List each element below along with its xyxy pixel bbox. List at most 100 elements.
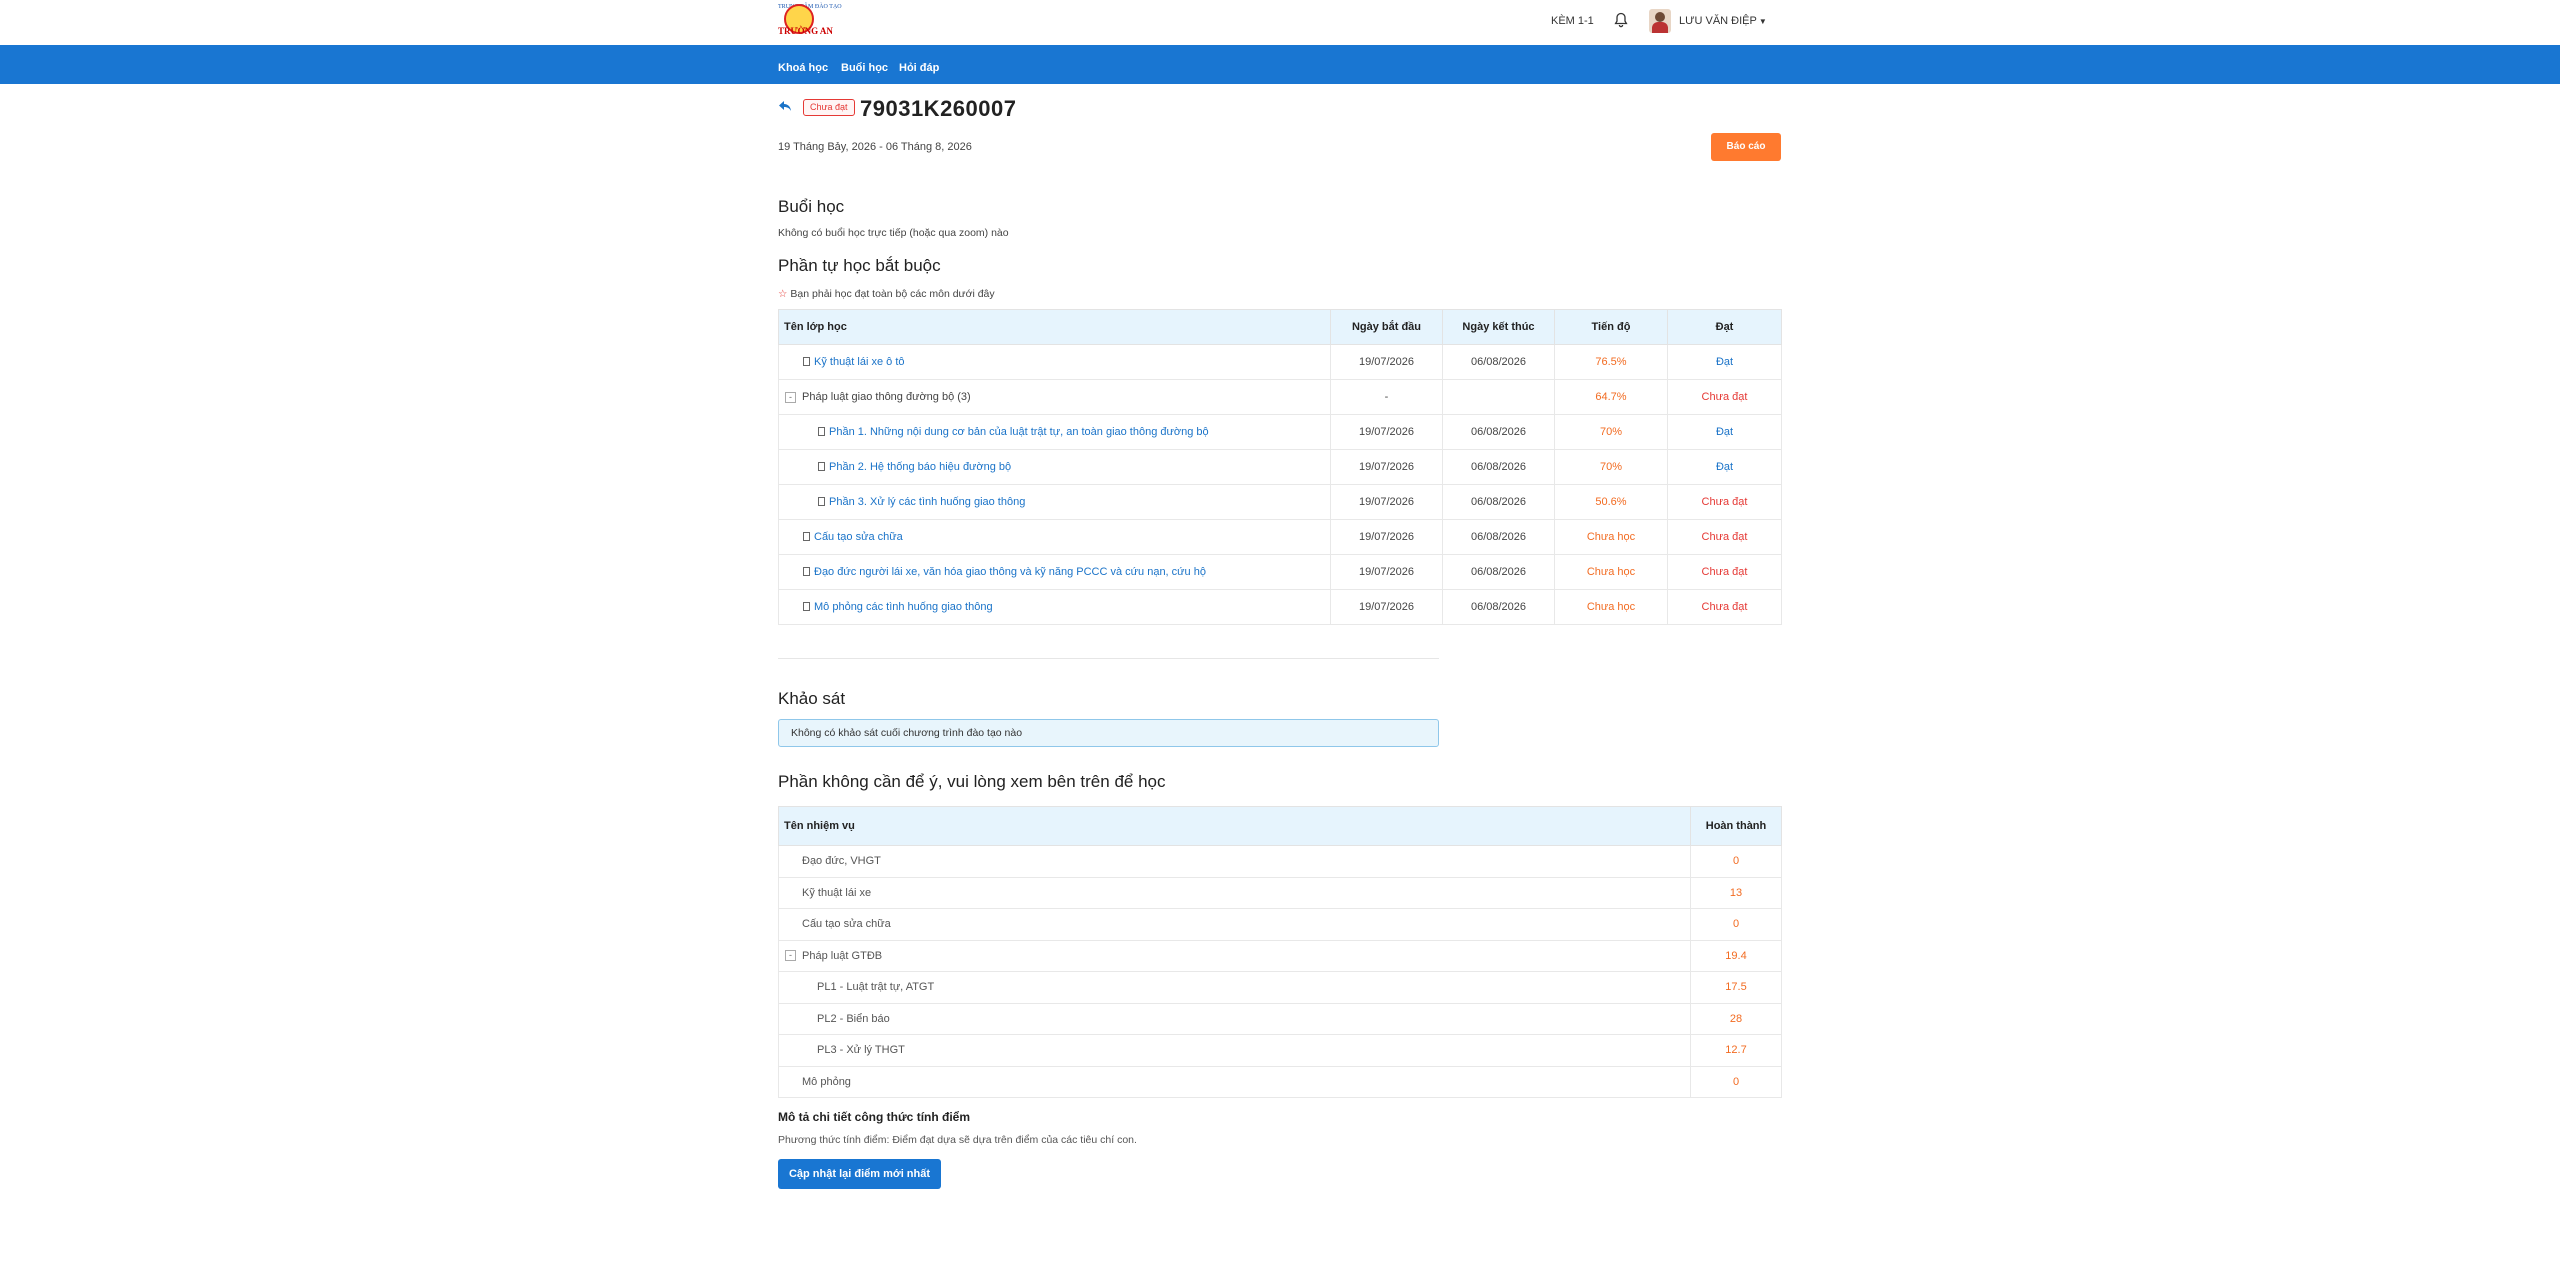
collapse-toggle-icon[interactable]: -: [785, 391, 796, 403]
avatar[interactable]: [1649, 9, 1671, 33]
table-row: Kỹ thuật lái xe 13: [778, 876, 1782, 909]
table-row: Kỹ thuật lái xe ô tô 19/07/2026 06/08/20…: [778, 344, 1782, 380]
required-heading: Phần tự học bắt buộc: [778, 256, 941, 275]
update-score-button[interactable]: Cập nhật lại điểm mới nhất: [778, 1159, 941, 1189]
col-end-date: Ngày kết thúc: [1442, 309, 1555, 345]
course-group-name: Pháp luật giao thông đường bộ: [802, 391, 955, 403]
bell-icon[interactable]: [1614, 12, 1628, 28]
end-date-cell: 06/08/2026: [1442, 449, 1555, 485]
task-name-cell: Mô phỏng: [778, 1065, 1691, 1098]
start-date-cell: -: [1330, 379, 1443, 415]
task-group-cell: - Pháp luật GTĐB: [778, 939, 1691, 972]
logo-text: TRƯỜNG AN: [778, 26, 833, 36]
course-name-cell: Kỹ thuật lái xe ô tô: [778, 344, 1331, 380]
sessions-heading: Buổi học: [778, 197, 845, 216]
table-row: Phần 1. Những nội dung cơ bản của luật t…: [778, 414, 1782, 450]
start-date-cell: 19/07/2026: [1330, 484, 1443, 520]
task-value-cell: 12.7: [1690, 1034, 1782, 1067]
course-link[interactable]: Đạo đức người lái xe, văn hóa giao thông…: [814, 566, 1206, 578]
task-name-cell: Đạo đức, VHGT: [778, 845, 1691, 878]
file-icon: [818, 497, 825, 506]
table-row: Cấu tạo sửa chữa 0: [778, 908, 1782, 941]
end-date-cell: 06/08/2026: [1442, 414, 1555, 450]
collapse-toggle-icon[interactable]: -: [785, 950, 796, 962]
course-link[interactable]: Kỹ thuật lái xe ô tô: [814, 356, 905, 368]
end-date-cell: [1442, 379, 1555, 415]
end-date-cell: 06/08/2026: [1442, 484, 1555, 520]
formula-heading: Mô tả chi tiết công thức tính điểm: [778, 1110, 971, 1124]
start-date-cell: 19/07/2026: [1330, 589, 1443, 625]
course-date-range: 19 Tháng Bảy, 2026 - 06 Tháng 8, 2026: [778, 141, 972, 153]
table-row: Phần 3. Xử lý các tình huống giao thông …: [778, 484, 1782, 520]
file-icon: [818, 462, 825, 471]
task-name-cell: PL3 - Xử lý THGT: [778, 1034, 1691, 1067]
col-passed: Đạt: [1667, 309, 1782, 345]
progress-cell: 70%: [1554, 449, 1668, 485]
top-bar: TRUNG TÂM ĐÀO TẠO TRƯỜNG AN KÈM 1-1 LƯU …: [0, 0, 2560, 45]
task-value-cell: 0: [1690, 845, 1782, 878]
start-date-cell: 19/07/2026: [1330, 519, 1443, 555]
end-date-cell: 06/08/2026: [1442, 589, 1555, 625]
progress-cell: 50.6%: [1554, 484, 1668, 520]
table-row: Đạo đức người lái xe, văn hóa giao thông…: [778, 554, 1782, 590]
formula-description: Phương thức tính điểm: Điểm đạt dựa sẽ d…: [778, 1134, 1137, 1146]
optional-heading: Phần không cần để ý, vui lòng xem bên tr…: [778, 772, 1166, 791]
task-value-cell: 13: [1690, 876, 1782, 909]
course-group-count: (3): [957, 391, 971, 403]
chevron-down-icon: ▼: [1758, 17, 1767, 26]
nav-item-courses[interactable]: Khoá học: [778, 62, 828, 74]
user-menu[interactable]: LƯU VĂN ĐIỆP ▼: [1679, 15, 1767, 27]
result-cell: Đạt: [1667, 344, 1782, 380]
brand-logo[interactable]: TRUNG TÂM ĐÀO TẠO TRƯỜNG AN: [778, 4, 846, 42]
course-name-cell: Phần 2. Hệ thống báo hiệu đường bộ: [778, 449, 1331, 485]
col-class-name: Tên lớp học: [778, 309, 1331, 345]
course-name-cell: Cấu tạo sửa chữa: [778, 519, 1331, 555]
sessions-empty-text: Không có buổi học trực tiếp (hoặc qua zo…: [778, 227, 1009, 239]
task-name-cell: PL1 - Luật trật tự, ATGT: [778, 971, 1691, 1004]
star-icon: ☆: [778, 288, 788, 300]
course-name-cell: Phần 1. Những nội dung cơ bản của luật t…: [778, 414, 1331, 450]
result-cell: Đạt: [1667, 414, 1782, 450]
course-group-cell: - Pháp luật giao thông đường bộ (3): [778, 379, 1331, 415]
report-button[interactable]: Báo cáo: [1711, 133, 1781, 161]
table-row: Đạo đức, VHGT 0: [778, 845, 1782, 878]
back-arrow-icon[interactable]: [778, 100, 792, 112]
course-link[interactable]: Phần 3. Xử lý các tình huống giao thông: [829, 496, 1025, 508]
course-link[interactable]: Phần 2. Hệ thống báo hiệu đường bộ: [829, 461, 1011, 473]
end-date-cell: 06/08/2026: [1442, 554, 1555, 590]
progress-cell: 76.5%: [1554, 344, 1668, 380]
task-name-cell: PL2 - Biển báo: [778, 1002, 1691, 1035]
course-name-cell: Phần 3. Xử lý các tình huống giao thông: [778, 484, 1331, 520]
course-name-cell: Đạo đức người lái xe, văn hóa giao thông…: [778, 554, 1331, 590]
course-link[interactable]: Cấu tạo sửa chữa: [814, 531, 903, 543]
result-cell: Chưa đạt: [1667, 519, 1782, 555]
end-date-cell: 06/08/2026: [1442, 344, 1555, 380]
table-row: PL1 - Luật trật tự, ATGT 17.5: [778, 971, 1782, 1004]
course-name-cell: Mô phỏng các tình huống giao thông: [778, 589, 1331, 625]
table-row: PL2 - Biển báo 28: [778, 1002, 1782, 1035]
course-link[interactable]: Phần 1. Những nội dung cơ bản của luật t…: [829, 426, 1209, 438]
nav-item-sessions[interactable]: Buổi học: [841, 62, 888, 74]
task-value-cell: 0: [1690, 1065, 1782, 1098]
progress-cell: 70%: [1554, 414, 1668, 450]
table-row: - Pháp luật GTĐB 19.4: [778, 939, 1782, 972]
progress-cell: Chưa học: [1554, 519, 1668, 555]
result-cell: Chưa đạt: [1667, 589, 1782, 625]
table-header-row: Tên lớp học Ngày bắt đầu Ngày kết thúc T…: [778, 309, 1782, 345]
col-start-date: Ngày bắt đầu: [1330, 309, 1443, 345]
table-header-row: Tên nhiệm vụ Hoàn thành: [778, 806, 1782, 846]
survey-heading: Khảo sát: [778, 689, 846, 708]
result-cell: Chưa đạt: [1667, 484, 1782, 520]
col-progress: Tiến độ: [1554, 309, 1668, 345]
required-note-text: Bạn phải học đạt toàn bộ các môn dưới đâ…: [790, 288, 995, 300]
end-date-cell: 06/08/2026: [1442, 519, 1555, 555]
kem-link[interactable]: KÈM 1-1: [1551, 15, 1594, 27]
course-link[interactable]: Mô phỏng các tình huống giao thông: [814, 601, 993, 613]
table-row: Mô phỏng các tình huống giao thông 19/07…: [778, 589, 1782, 625]
start-date-cell: 19/07/2026: [1330, 344, 1443, 380]
progress-cell: Chưa học: [1554, 554, 1668, 590]
col-task-name: Tên nhiệm vụ: [778, 806, 1691, 846]
result-cell: Chưa đạt: [1667, 554, 1782, 590]
nav-item-qa[interactable]: Hỏi đáp: [899, 62, 939, 74]
start-date-cell: 19/07/2026: [1330, 554, 1443, 590]
